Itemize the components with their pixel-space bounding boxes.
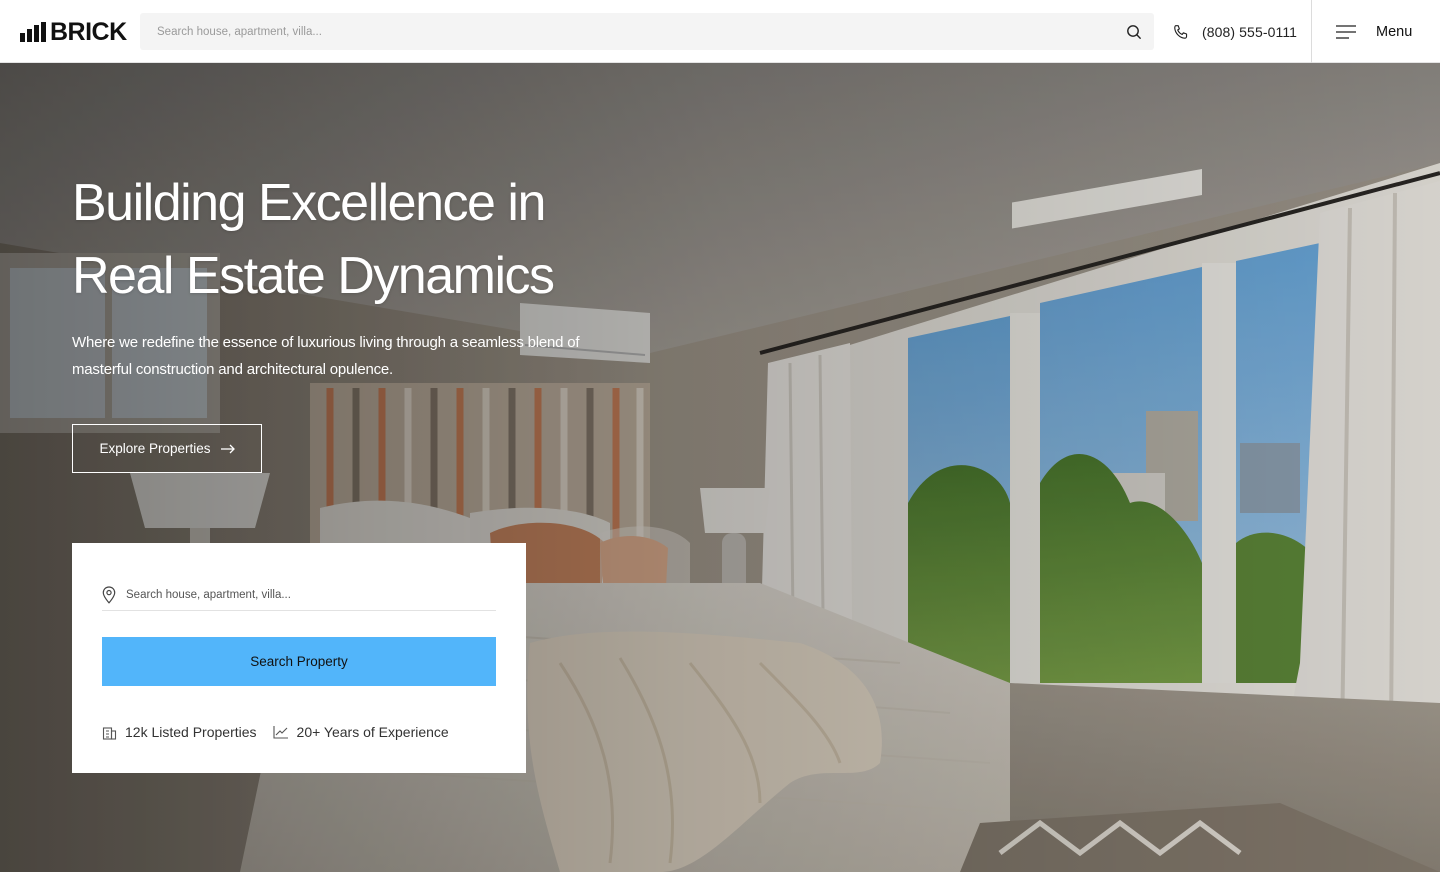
arrow-right-icon — [220, 444, 235, 453]
hero-section: Building Excellence in Real Estate Dynam… — [0, 63, 1440, 872]
property-search-input[interactable] — [126, 588, 496, 601]
stats-row: 12k Listed Properties 20+ Years of Exper… — [102, 721, 449, 743]
explore-properties-button[interactable]: Explore Properties — [72, 424, 262, 473]
hero-title: Building Excellence in Real Estate Dynam… — [72, 167, 692, 313]
stat-label: 20+ Years of Experience — [296, 724, 449, 740]
search-property-button[interactable]: Search Property — [102, 637, 496, 686]
location-pin-icon — [102, 585, 116, 604]
stat-listed-properties: 12k Listed Properties — [102, 724, 257, 740]
property-search-card: Search Property 12k Listed Properties 20… — [72, 543, 526, 773]
header-search-bar — [140, 13, 1154, 50]
phone-icon — [1174, 25, 1188, 39]
brand-logo[interactable]: BRICK — [20, 19, 127, 45]
hero-subtitle: Where we redefine the essence of luxurio… — [72, 334, 580, 378]
logo-bars-icon — [20, 22, 46, 42]
chart-line-icon — [272, 726, 288, 739]
header-divider — [1311, 0, 1312, 63]
phone-contact[interactable]: (808) 555-0111 — [1172, 20, 1297, 44]
menu-label: Menu — [1376, 24, 1413, 40]
menu-button[interactable]: Menu — [1336, 20, 1412, 44]
stat-label: 12k Listed Properties — [125, 724, 257, 740]
hero-title-line-2: Real Estate Dynamics — [72, 247, 555, 305]
stat-years-experience: 20+ Years of Experience — [272, 724, 449, 740]
hamburger-icon — [1336, 25, 1356, 39]
logo-text: BRICK — [50, 18, 127, 46]
explore-properties-label: Explore Properties — [99, 441, 211, 456]
location-search-field — [102, 579, 496, 611]
header-search-button[interactable] — [1114, 13, 1154, 50]
site-header: BRICK (808) 555-0111 Menu — [0, 0, 1440, 63]
building-icon — [102, 726, 117, 740]
hero-title-line-1: Building Excellence in — [72, 174, 546, 232]
phone-number: (808) 555-0111 — [1202, 24, 1298, 40]
search-icon — [1127, 24, 1141, 39]
header-search-input[interactable] — [140, 13, 1114, 50]
